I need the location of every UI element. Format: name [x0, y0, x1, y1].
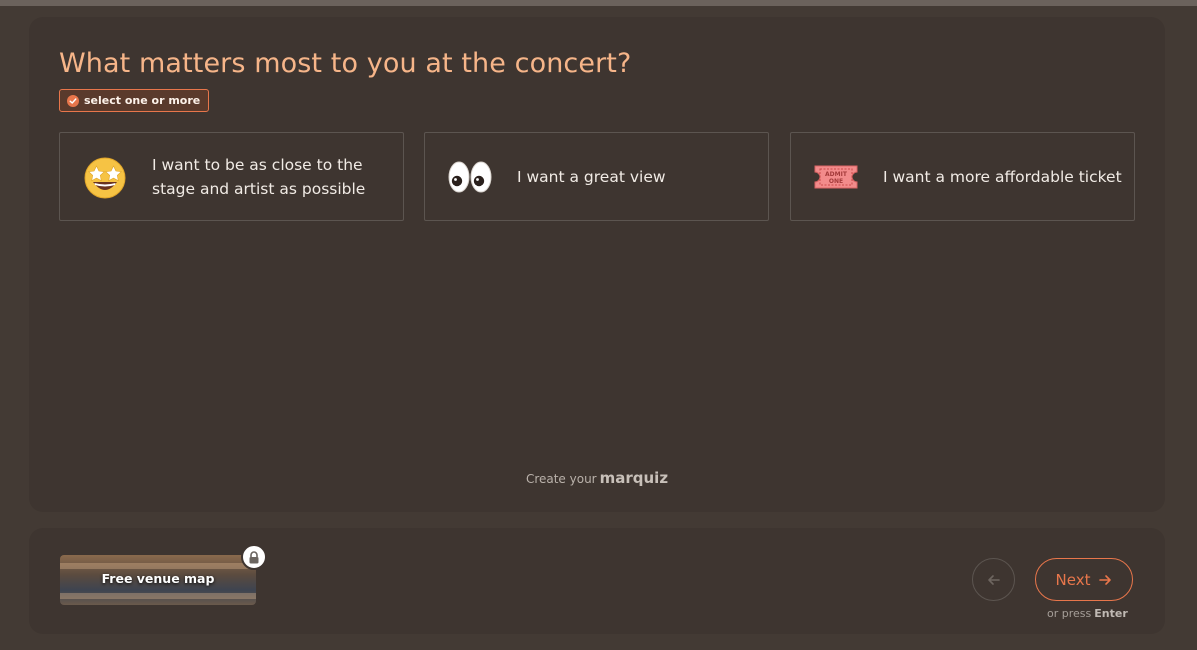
option-label: I want a great view	[517, 167, 666, 186]
back-button[interactable]	[972, 558, 1015, 601]
bonus-venue-map[interactable]: Free venue map	[60, 555, 256, 605]
create-your-quiz-link[interactable]: Create your marquiz	[29, 469, 1165, 487]
option-label: I want a more affordable ticket	[883, 167, 1122, 186]
keyboard-hint: or press Enter	[1047, 607, 1128, 620]
bonus-label: Free venue map	[101, 571, 215, 586]
eyes-emoji-icon	[447, 154, 493, 200]
brand-prefix: Create your	[525, 472, 597, 486]
next-button[interactable]: Next	[1035, 558, 1133, 601]
select-hint-text: select one or more	[84, 94, 201, 107]
navigation-panel: Free venue map Next or press Enter	[29, 528, 1165, 634]
keyboard-hint-prefix: or press	[1047, 607, 1092, 620]
option-close-to-stage[interactable]: I want to be as close to the stage and a…	[59, 132, 404, 221]
question-panel: What matters most to you at the concert?…	[29, 17, 1165, 512]
arrow-right-icon	[1098, 573, 1112, 587]
venue-image-detail	[60, 563, 256, 569]
next-label: Next	[1055, 570, 1091, 589]
ticket-text-one: ONE	[829, 178, 843, 185]
star-struck-emoji-icon	[82, 154, 128, 200]
venue-image-detail	[60, 593, 256, 599]
lock-icon	[241, 544, 267, 570]
check-icon	[67, 94, 79, 107]
arrow-left-icon	[987, 573, 1001, 587]
brand-name: marquiz	[599, 469, 669, 487]
question-title: What matters most to you at the concert?	[59, 48, 632, 79]
option-affordable-ticket[interactable]: ADMIT ONE I want a more affordable ticke…	[790, 132, 1135, 221]
ticket-text-admit: ADMIT	[825, 171, 848, 178]
admission-ticket-emoji-icon: ADMIT ONE	[813, 154, 859, 200]
option-great-view[interactable]: I want a great view	[424, 132, 769, 221]
keyboard-hint-key: Enter	[1094, 607, 1128, 620]
option-label: I want to be as close to the stage and a…	[152, 155, 366, 198]
select-hint-badge: select one or more	[59, 89, 210, 112]
top-strip	[0, 0, 1197, 6]
